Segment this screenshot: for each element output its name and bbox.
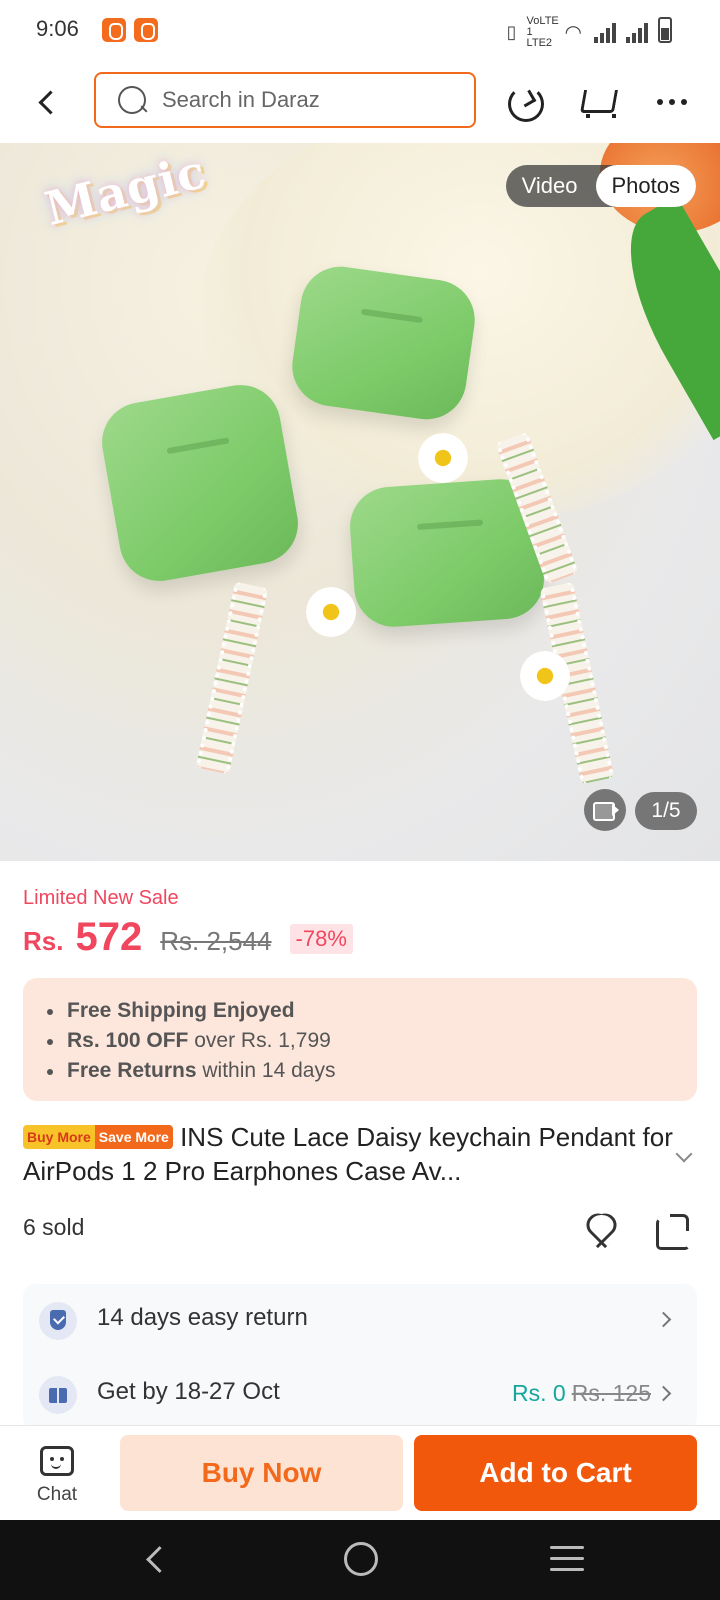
search-bar[interactable] [94,72,476,128]
shipping-fee: Rs. 0 Rs. 125 [512,1380,651,1406]
brand-logo: Magic [39,144,212,236]
expand-title-icon[interactable] [675,1145,693,1163]
video-camera-icon[interactable] [584,789,626,831]
original-price: Rs. 2,544 [160,926,272,956]
action-bar: Chat Buy Now Add to Cart [0,1425,720,1520]
discount-badge: -78% [289,924,353,954]
back-button[interactable] [30,84,64,120]
search-input[interactable] [162,87,462,113]
search-icon [116,84,148,116]
signal-icon [592,22,616,43]
service-card: 14 days easy return Get by 18-27 Oct Rs.… [23,1284,697,1430]
delivery-icon [39,1376,77,1414]
daisy-charm [520,651,570,701]
top-nav [0,62,720,142]
more-options-icon[interactable] [650,80,694,124]
delivery-row[interactable]: Get by 18-27 Oct Rs. 0 Rs. 125 [23,1358,697,1430]
system-menu-icon[interactable] [550,1546,584,1572]
daraz-notification-icon [102,18,126,42]
wifi-icon: ◠ [564,22,582,44]
chat-button[interactable]: Chat [26,1446,88,1510]
system-home-icon[interactable] [344,1542,378,1576]
share-icon[interactable] [654,1210,690,1250]
vibrate-icon: ▯ [506,22,517,42]
daisy-charm [418,433,468,483]
media-toggle[interactable]: Video Photos [505,165,696,207]
battery-icon [658,17,672,43]
tab-video[interactable]: Video [506,173,596,199]
product-title[interactable]: Buy More Save More INS Cute Lace Daisy ke… [23,1120,673,1188]
return-policy-text: 14 days easy return [97,1304,308,1331]
return-policy-row[interactable]: 14 days easy return [23,1284,697,1356]
tab-photos[interactable]: Photos [595,165,696,207]
system-icons: ▯ VoLTE 1 LTE2 ◠ [506,15,648,49]
image-counter: 1/5 [635,792,697,830]
promo-item: Rs. 100 OFF over Rs. 1,799 [45,1026,697,1056]
wishlist-heart-icon[interactable] [580,1210,620,1246]
lace-strap [195,581,269,775]
currency-symbol: Rs. [23,926,64,956]
price-row: Rs. 572 Rs. 2,544 -78% [23,915,353,965]
chat-label: Chat [36,1484,78,1505]
chat-icon [40,1446,74,1476]
cart-icon[interactable] [576,80,620,124]
promo-box: Free Shipping Enjoyed Rs. 100 OFF over R… [23,978,697,1101]
daisy-charm [306,587,356,637]
status-bar: 9:06 ▯ VoLTE 1 LTE2 ◠ [0,0,720,62]
earbuds-case [287,261,480,425]
promo-item: Free Shipping Enjoyed [45,996,697,1026]
buy-more-badge: Buy More [23,1125,95,1149]
history-icon[interactable] [502,80,546,124]
shield-icon [39,1302,77,1340]
delivery-text: Get by 18-27 Oct [97,1378,280,1405]
chevron-right-icon [655,1385,672,1402]
save-more-badge: Save More [94,1125,173,1149]
product-image-gallery[interactable]: Magic Video Photos 1/5 [0,143,720,861]
system-back-icon[interactable] [142,1544,172,1574]
network-label: VoLTE 1 LTE2 [526,15,559,49]
status-time: 9:06 [36,16,79,41]
current-price: 572 [75,915,143,959]
android-nav-bar [0,1520,720,1600]
buy-now-button[interactable]: Buy Now [120,1435,403,1511]
earbuds-case [95,378,305,588]
signal-icon [624,22,648,43]
sale-label: Limited New Sale [23,887,179,909]
daraz-notification-icon [134,18,158,42]
sold-count: 6 sold [23,1214,85,1240]
promo-item: Free Returns within 14 days [45,1056,697,1086]
add-to-cart-button[interactable]: Add to Cart [414,1435,697,1511]
chevron-right-icon [655,1311,672,1328]
